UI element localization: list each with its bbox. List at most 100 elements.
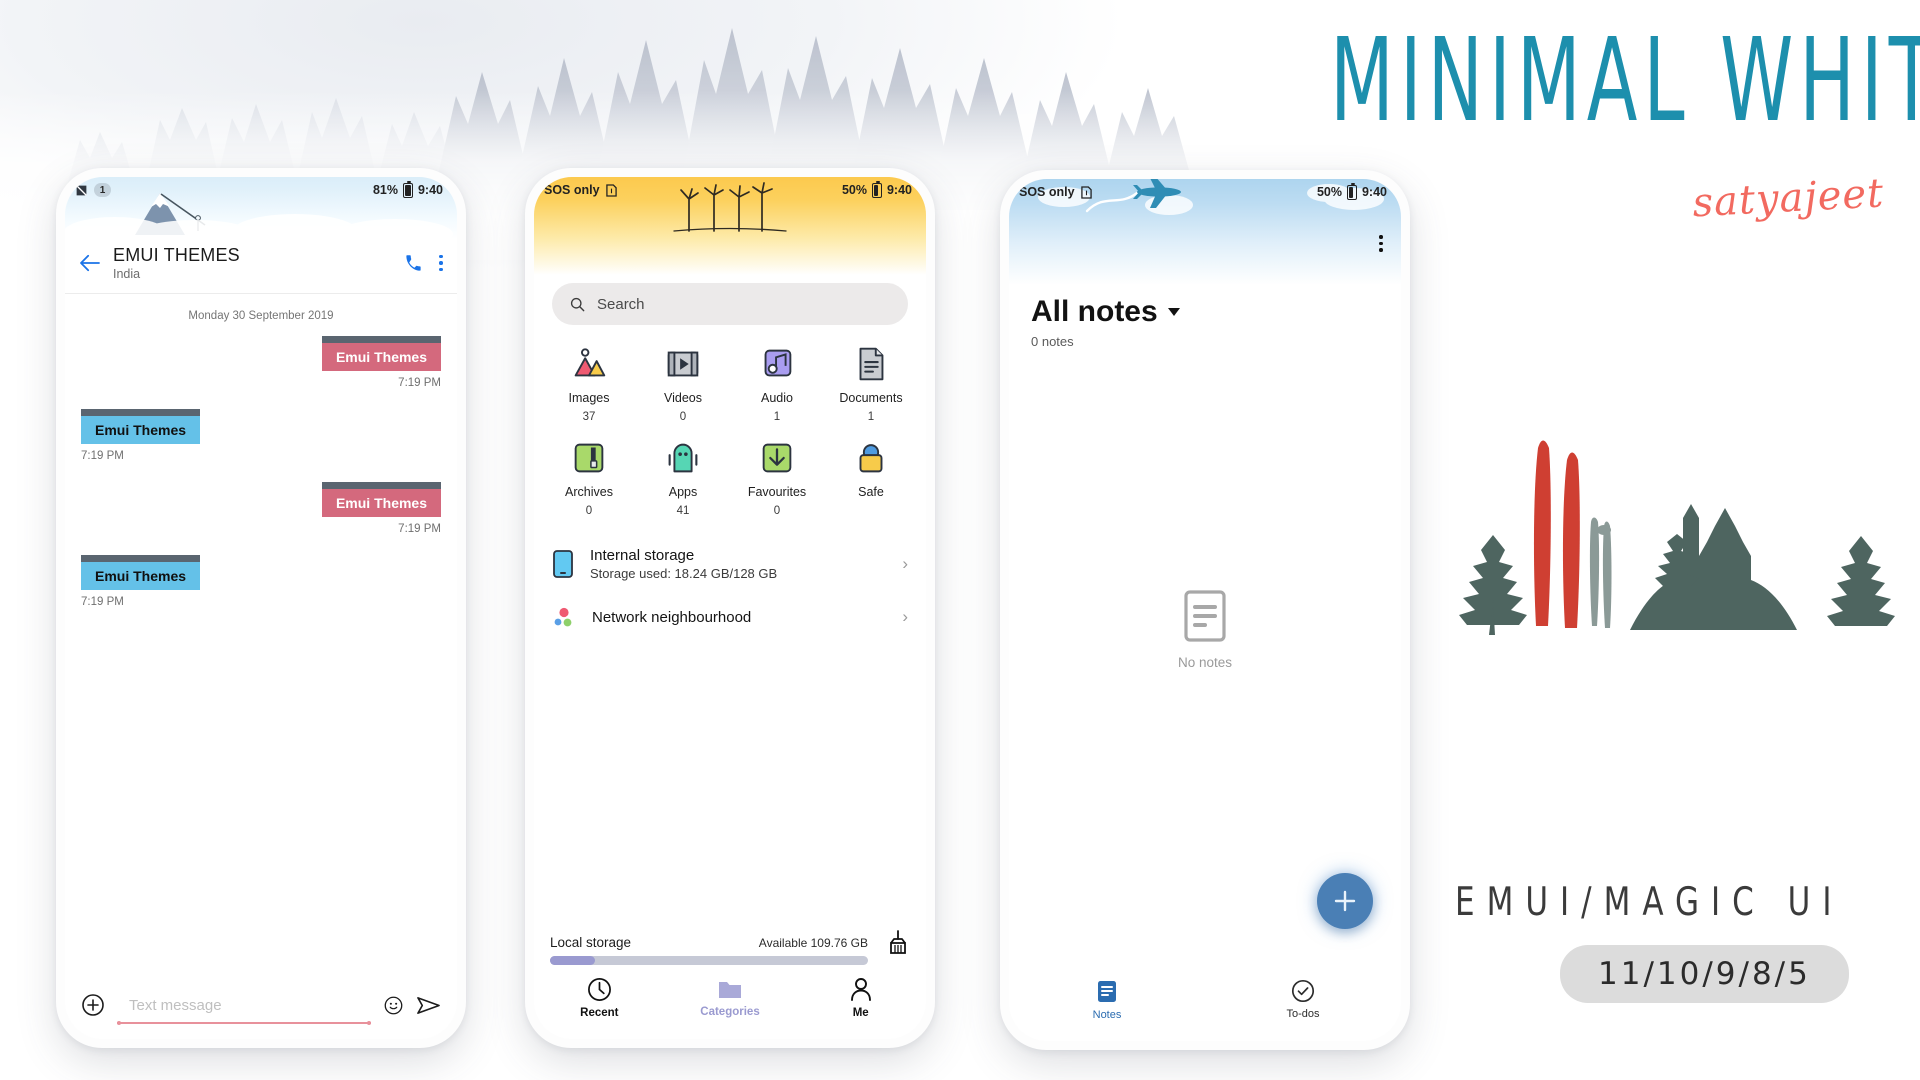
message-time: 7:19 PM <box>81 596 124 608</box>
plus-icon <box>1334 890 1356 912</box>
local-storage-meter: Local storage Available 109.76 GB <box>534 929 926 965</box>
conversation-title: EMUI THEMES <box>113 245 240 265</box>
category-label: Videos <box>664 391 702 405</box>
category-count: 41 <box>676 505 690 517</box>
battery-icon <box>1346 182 1357 200</box>
chevron-right-icon: › <box>902 554 908 573</box>
message-bubble[interactable]: Emui Themes <box>81 409 201 444</box>
category-label: Documents <box>839 391 903 405</box>
storage-row-network[interactable]: Network neighbourhood › <box>552 593 908 641</box>
nav-label: Categories <box>700 1006 760 1018</box>
category-item-audio[interactable]: Audio 1 <box>730 343 824 423</box>
network-status-label: SOS only <box>544 183 600 197</box>
download-icon <box>762 443 792 473</box>
back-arrow-icon[interactable] <box>79 254 101 272</box>
search-icon <box>570 297 585 311</box>
smiley-icon[interactable] <box>383 995 404 1016</box>
bubble-cap <box>321 336 441 343</box>
clock-label: 9:40 <box>417 183 443 197</box>
nav-item-categories[interactable]: Categories <box>665 977 796 1019</box>
bottom-navigation: Recent Categories Me <box>534 965 926 1039</box>
category-item-videos[interactable]: Videos 0 <box>636 343 730 423</box>
platform-label: EMUI/MAGIC UI <box>1455 880 1844 925</box>
archive-icon <box>574 443 604 473</box>
message-composer: Text message <box>65 983 457 1039</box>
nav-item-todos[interactable]: To-dos <box>1205 979 1401 1021</box>
phone-mockup-notes: SOS only 50% 9:40 All notes 0 notes No n… <box>1000 170 1410 1050</box>
message-bubble[interactable]: Emui Themes <box>321 482 441 517</box>
category-label: Audio <box>761 391 793 405</box>
category-item-apps[interactable]: Apps 41 <box>636 437 730 517</box>
more-vertical-icon[interactable] <box>1379 235 1383 252</box>
nav-item-me[interactable]: Me <box>795 977 926 1019</box>
category-grid: Images 37 Videos 0 Audio 1 Documents 1 A… <box>534 325 926 521</box>
sim-card-icon <box>1080 185 1092 199</box>
send-icon[interactable] <box>416 994 441 1017</box>
category-item-images[interactable]: Images 37 <box>542 343 636 423</box>
message-time: 7:19 PM <box>398 523 441 535</box>
images-icon <box>574 348 606 377</box>
battery-percent: 50% <box>1316 185 1342 199</box>
broom-icon[interactable] <box>886 929 910 956</box>
storage-list: Internal storage Storage used: 18.24 GB/… <box>534 521 926 641</box>
category-item-safe[interactable]: Safe <box>824 437 918 517</box>
message-row: Emui Themes 7:19 PM <box>81 555 441 608</box>
phone-call-icon[interactable] <box>404 254 423 273</box>
category-item-archives[interactable]: Archives 0 <box>542 437 636 517</box>
clock-label: 9:40 <box>886 183 912 197</box>
files-screen: SOS only 50% 9:40 Search Images 37 Video… <box>534 177 926 1039</box>
storage-progress-fill <box>550 956 595 965</box>
person-icon <box>850 978 871 1001</box>
storage-title: Internal storage <box>590 547 695 564</box>
more-vertical-icon[interactable] <box>439 254 443 272</box>
battery-icon <box>402 180 413 198</box>
page-title: MINIMAL WHITE <box>1330 14 1920 149</box>
search-bar[interactable]: Search <box>552 283 908 325</box>
bubble-cap <box>81 555 201 562</box>
message-thread: Monday 30 September 2019 Emui Themes 7:1… <box>65 294 457 983</box>
message-input-wrapper[interactable]: Text message <box>117 997 371 1025</box>
category-count: 37 <box>582 411 596 423</box>
category-item-favourites[interactable]: Favourites 0 <box>730 437 824 517</box>
message-row: Emui Themes 7:19 PM <box>81 482 441 535</box>
category-label: Safe <box>858 485 884 499</box>
files-hero-illustration: SOS only 50% 9:40 <box>534 177 926 275</box>
category-label: Images <box>568 391 610 405</box>
category-item-documents[interactable]: Documents 1 <box>824 343 918 423</box>
add-note-fab[interactable] <box>1317 873 1373 929</box>
network-icon <box>554 607 572 627</box>
check-circle-icon <box>1291 979 1315 1003</box>
lock-icon <box>859 444 883 473</box>
input-underline <box>117 1020 371 1025</box>
document-icon <box>859 347 884 381</box>
message-bubble[interactable]: Emui Themes <box>321 336 441 371</box>
battery-percent: 50% <box>841 183 867 197</box>
nav-item-notes[interactable]: Notes <box>1009 979 1205 1021</box>
network-status-label: SOS only <box>1019 185 1075 199</box>
version-badge: 11/10/9/8/5 <box>1560 945 1849 1003</box>
message-row: Emui Themes 7:19 PM <box>81 409 441 462</box>
message-text: Emui Themes <box>321 343 441 371</box>
empty-state-label: No notes <box>1177 654 1233 670</box>
category-count: 0 <box>679 411 687 423</box>
storage-row-internal[interactable]: Internal storage Storage used: 18.24 GB/… <box>552 535 908 593</box>
decorative-trees-and-skis <box>1459 440 1895 635</box>
storage-progress-bar <box>550 956 868 965</box>
messages-appbar: EMUI THEMES India <box>65 239 457 294</box>
notes-hero-illustration: SOS only 50% 9:40 <box>1009 179 1401 285</box>
phone-icon <box>553 550 573 578</box>
note-page-icon <box>1184 589 1226 642</box>
message-text: Emui Themes <box>321 489 441 517</box>
search-placeholder: Search <box>597 295 645 313</box>
conversation-subtitle: India <box>113 267 141 281</box>
empty-state: No notes <box>1009 289 1401 969</box>
branding-block: MINIMAL WHITE satyajeet <box>1330 14 1920 226</box>
category-count: 0 <box>585 505 593 517</box>
nav-item-recent[interactable]: Recent <box>534 977 665 1019</box>
no-sim-icon <box>76 184 87 196</box>
phone-mockup-files: SOS only 50% 9:40 Search Images 37 Video… <box>525 168 935 1048</box>
battery-percent: 81% <box>372 183 398 197</box>
apps-icon <box>668 443 698 473</box>
plus-circle-icon[interactable] <box>81 993 105 1017</box>
message-bubble[interactable]: Emui Themes <box>81 555 201 590</box>
